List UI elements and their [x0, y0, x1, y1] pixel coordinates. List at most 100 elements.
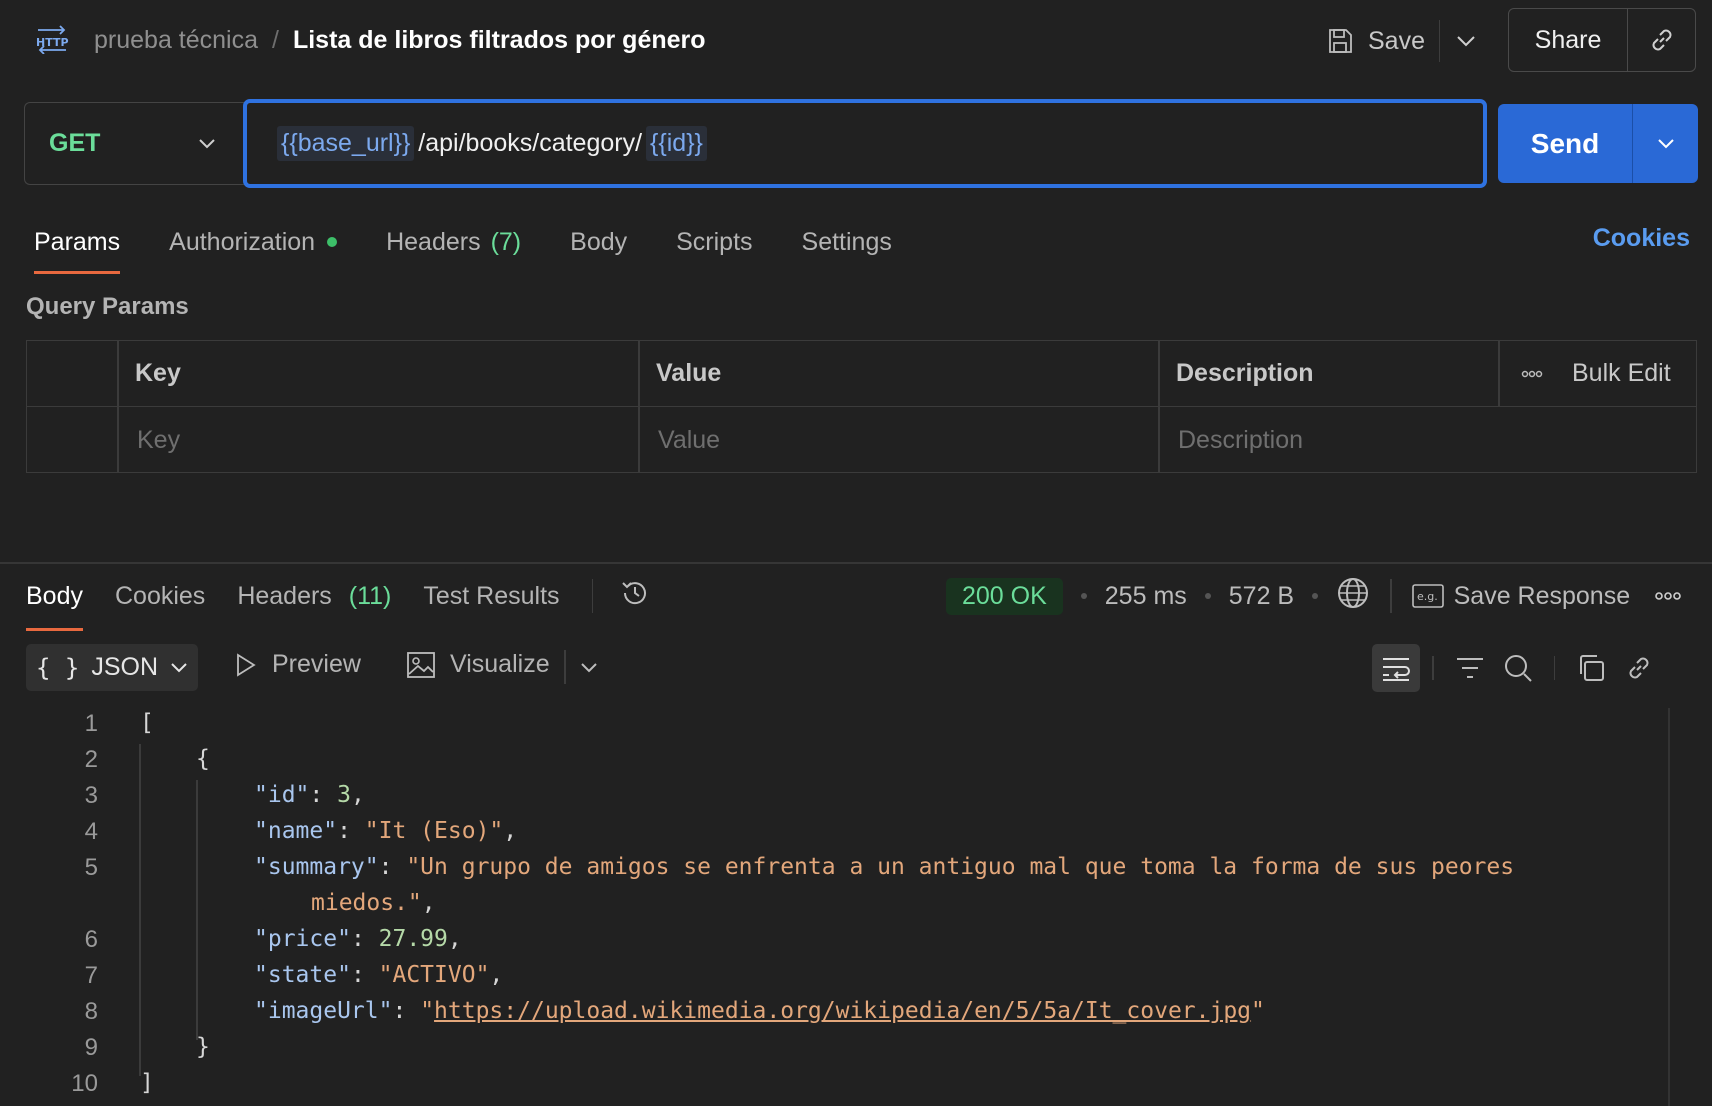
visualize-options-button[interactable] — [580, 660, 598, 678]
save-options-button[interactable] — [1440, 20, 1492, 62]
more-horizontal-icon — [1655, 592, 1681, 600]
chevron-down-icon — [199, 139, 215, 149]
code-line: "imageUrl": "https://upload.wikimedia.or… — [254, 998, 1265, 1024]
tab-authorization[interactable]: Authorization — [169, 227, 338, 257]
code-line: "state": "ACTIVO", — [254, 962, 504, 988]
filter-icon — [1456, 658, 1483, 678]
value-input[interactable]: Value — [658, 407, 720, 473]
send-options-button[interactable] — [1632, 104, 1698, 183]
search-button[interactable] — [1494, 644, 1542, 692]
line-number: 7 — [84, 962, 98, 989]
network-button[interactable] — [1336, 576, 1370, 617]
tab-params[interactable]: Params — [34, 228, 121, 274]
line-number: 10 — [71, 1070, 98, 1097]
code-token: { — [196, 746, 210, 772]
format-select[interactable]: { } JSON — [26, 644, 198, 691]
separator-dot — [1204, 593, 1211, 599]
json-key: "state" — [254, 962, 351, 988]
image-url-link[interactable]: https://upload.wikimedia.org/wikipedia/e… — [434, 998, 1251, 1024]
divider — [1390, 579, 1392, 613]
response-tab-body[interactable]: Body — [26, 582, 83, 631]
tab-body[interactable]: Body — [570, 228, 627, 257]
column-header-description: Description — [1176, 359, 1314, 387]
globe-icon — [1338, 577, 1369, 608]
response-time[interactable]: 255 ms — [1105, 582, 1187, 611]
preview-button[interactable]: Preview — [234, 650, 361, 679]
code-line: "name": "It (Eso)", — [254, 818, 518, 844]
line-number: 2 — [84, 746, 98, 773]
history-button[interactable] — [619, 577, 651, 616]
response-tab-headers[interactable]: Headers (11) — [237, 582, 391, 611]
json-value: 27.99 — [378, 926, 448, 952]
save-icon — [1329, 29, 1352, 53]
json-key: "imageUrl" — [254, 998, 393, 1024]
copy-link-button[interactable] — [1627, 9, 1695, 71]
breadcrumb-separator: / — [272, 25, 279, 54]
json-value: 3 — [337, 782, 351, 808]
code-line-wrapped: miedos.", — [311, 890, 436, 916]
bulk-edit-button[interactable]: Bulk Edit — [1572, 341, 1671, 406]
braces-icon: { } — [35, 653, 80, 682]
response-headers-count: (11) — [348, 581, 392, 610]
tab-scripts[interactable]: Scripts — [676, 228, 752, 257]
copy-link-button[interactable] — [1615, 644, 1663, 692]
chevron-down-icon — [1457, 36, 1475, 47]
line-number: 3 — [84, 782, 98, 809]
save-button[interactable]: Save — [1326, 27, 1439, 56]
response-divider[interactable] — [0, 562, 1712, 564]
divider — [564, 650, 566, 684]
tab-settings[interactable]: Settings — [802, 228, 892, 257]
preview-label: Preview — [272, 650, 361, 678]
wrap-lines-button[interactable] — [1372, 644, 1420, 692]
scrollbar[interactable] — [1668, 708, 1670, 1106]
request-title[interactable]: Lista de libros filtrados por género — [293, 26, 706, 55]
more-options-button[interactable] — [1654, 591, 1682, 601]
copy-button[interactable] — [1567, 644, 1615, 692]
visualize-button[interactable]: Visualize — [406, 650, 550, 679]
image-icon — [407, 651, 435, 678]
method-select[interactable]: GET — [24, 102, 244, 185]
send-button[interactable]: Send — [1498, 128, 1632, 160]
method-label: GET — [49, 129, 101, 157]
separator-dot — [1080, 593, 1087, 599]
description-input[interactable]: Description — [1178, 407, 1303, 473]
more-options-button[interactable] — [1521, 341, 1543, 406]
key-input[interactable]: Key — [137, 407, 180, 473]
share-group: Share — [1508, 8, 1696, 72]
share-button[interactable]: Share — [1509, 26, 1627, 55]
table-row: Key Value Description — [27, 407, 1696, 473]
response-tab-headers-label: Headers — [237, 581, 332, 610]
column-header-key: Key — [135, 359, 181, 387]
tab-headers[interactable]: Headers (7) — [386, 228, 521, 257]
response-tab-test-results[interactable]: Test Results — [423, 582, 559, 611]
breadcrumb: prueba técnica / Lista de libros filtrad… — [94, 22, 706, 58]
save-group: Save — [1326, 20, 1492, 62]
json-value: "It (Eso)" — [364, 818, 504, 844]
response-size[interactable]: 572 B — [1229, 582, 1294, 611]
divider — [1432, 656, 1434, 680]
response-toolbar — [1372, 644, 1663, 692]
save-response-button[interactable]: e.g. Save Response — [1411, 581, 1631, 611]
cookies-link[interactable]: Cookies — [1593, 224, 1690, 253]
query-params-table: Key Value Description Bulk Edit Key Valu… — [26, 340, 1697, 473]
divider — [591, 579, 594, 613]
code-token: } — [196, 1034, 210, 1060]
chevron-down-icon — [1657, 139, 1674, 149]
response-tab-cookies[interactable]: Cookies — [115, 582, 205, 611]
url-variable-base-url[interactable]: {{base_url}} — [277, 126, 415, 161]
code-line: ] — [140, 1070, 154, 1096]
code-line: "id": 3, — [254, 782, 365, 808]
play-icon — [237, 652, 256, 677]
url-input[interactable]: {{base_url}} /api/books/category/ {{id}} — [243, 99, 1487, 188]
column-header-value: Value — [656, 359, 722, 387]
breadcrumb-collection[interactable]: prueba técnica — [94, 26, 258, 55]
tab-authorization-label: Authorization — [169, 227, 316, 256]
code-line: [ — [140, 710, 154, 736]
status-badge[interactable]: 200 OK — [946, 577, 1063, 615]
divider — [1498, 341, 1500, 406]
filter-button[interactable] — [1446, 644, 1494, 692]
url-variable-id[interactable]: {{id}} — [646, 126, 707, 161]
visualize-label: Visualize — [450, 650, 550, 678]
response-tabs: Body Cookies Headers (11) Test Results — [26, 577, 651, 631]
save-response-label: Save Response — [1453, 581, 1631, 610]
